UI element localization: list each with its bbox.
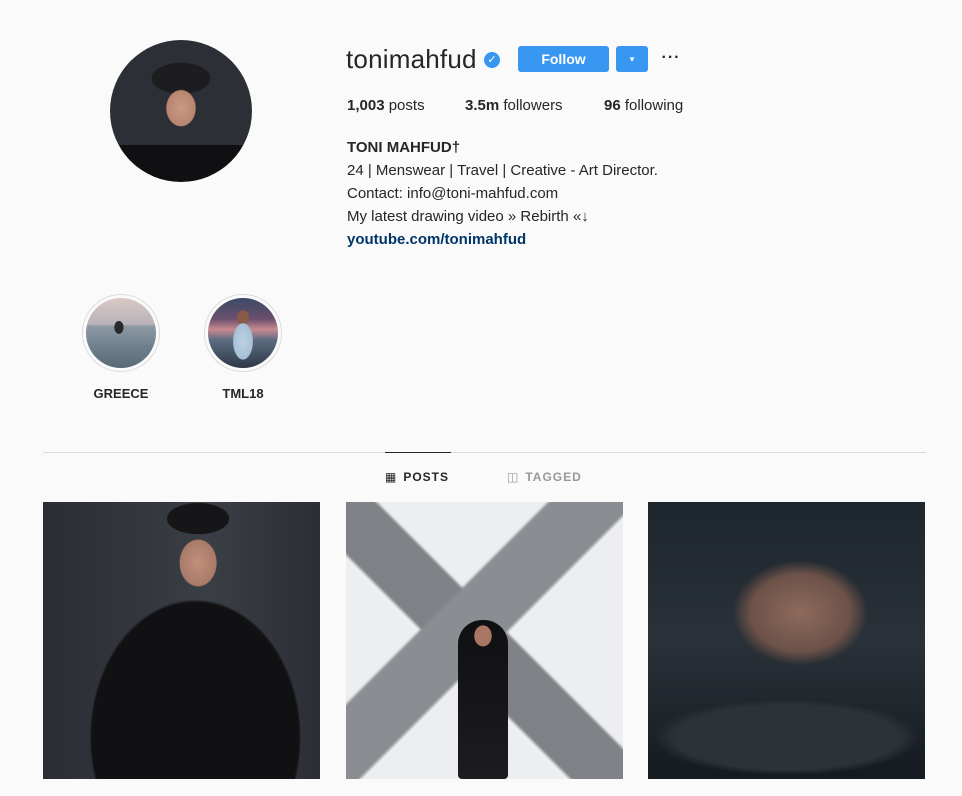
grid-icon: ▦ <box>385 470 398 484</box>
following-count-label: following <box>624 97 684 114</box>
post-thumbnail[interactable] <box>648 502 925 779</box>
highlight-ring <box>204 294 282 372</box>
highlight-label: TML18 <box>222 386 264 401</box>
highlight-label: GREECE <box>93 386 149 401</box>
profile-username: tonimahfud <box>346 44 477 74</box>
highlight-greece[interactable]: GREECE <box>81 294 161 401</box>
ellipsis-icon: ··· <box>661 49 681 66</box>
suggested-dropdown-button[interactable]: ▾ <box>616 46 648 72</box>
tab-tagged[interactable]: ◫ TAGGED <box>507 470 582 484</box>
verified-badge-icon: ✓ <box>484 52 500 68</box>
followers-count-value: 3.5m <box>465 97 500 114</box>
posts-count-value: 1,003 <box>347 97 385 114</box>
tabs-divider <box>43 452 926 453</box>
followers-link[interactable]: 3.5m followers <box>465 97 563 114</box>
post-thumbnail[interactable] <box>43 502 320 779</box>
profile-bio: TONI MAHFUD† 24 | Menswear | Travel | Cr… <box>347 136 658 251</box>
highlight-tml18[interactable]: TML18 <box>203 294 283 401</box>
bio-line: Contact: info@toni-mahfud.com <box>347 185 559 202</box>
chevron-down-icon: ▾ <box>629 53 635 64</box>
tab-posts-label: POSTS <box>403 470 450 484</box>
highlight-ring <box>82 294 160 372</box>
tab-tagged-label: TAGGED <box>525 470 582 484</box>
tab-posts[interactable]: ▦ POSTS <box>385 470 449 484</box>
posts-count-label: posts <box>388 97 425 114</box>
following-count-value: 96 <box>604 97 621 114</box>
bio-full-name: TONI MAHFUD† <box>347 139 461 156</box>
posts-count: 1,003 posts <box>347 97 425 114</box>
more-options-button[interactable]: ··· <box>662 48 680 68</box>
bio-website-link[interactable]: youtube.com/tonimahfud <box>347 228 658 251</box>
highlight-cover-image <box>208 298 278 368</box>
bio-line: 24 | Menswear | Travel | Creative - Art … <box>347 162 658 179</box>
post-thumbnail[interactable] <box>346 502 623 779</box>
bio-line: My latest drawing video » Rebirth «↓ <box>347 208 589 225</box>
tagged-person-icon: ◫ <box>507 470 520 484</box>
post-image-figure <box>458 620 508 779</box>
follow-button[interactable]: Follow <box>518 46 609 72</box>
highlight-cover-image <box>86 298 156 368</box>
following-link[interactable]: 96 following <box>604 97 683 114</box>
followers-count-label: followers <box>503 97 563 114</box>
active-tab-indicator <box>385 452 451 453</box>
profile-avatar[interactable] <box>110 40 252 182</box>
